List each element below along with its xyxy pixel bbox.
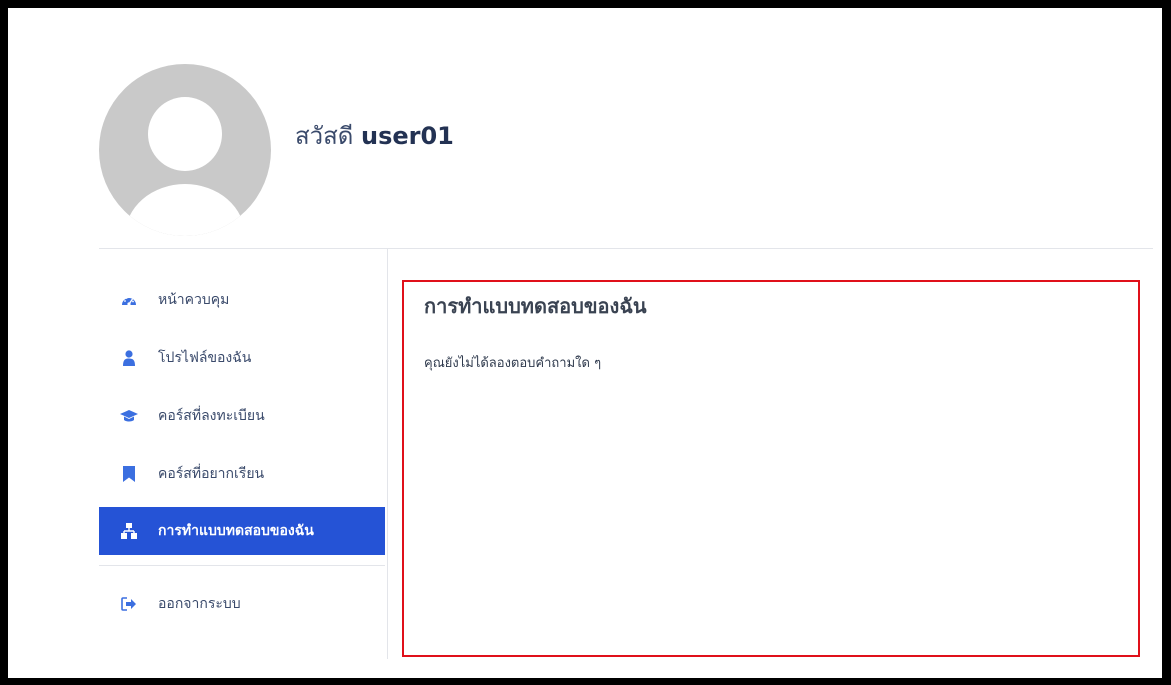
sidebar-item-enrolled-courses[interactable]: คอร์สที่ลงทะเบียน (99, 392, 385, 440)
sidebar-item-dashboard[interactable]: หน้าควบคุม (99, 276, 385, 324)
sidebar-item-my-quiz-attempts[interactable]: การทำแบบทดสอบของฉัน (99, 507, 385, 555)
page-title: การทำแบบทดสอบของฉัน (424, 294, 647, 318)
sidebar-divider (387, 249, 388, 659)
sidebar-item-label: ออกจากระบบ (158, 596, 241, 612)
sitemap-icon (119, 521, 139, 541)
sidebar-item-label: คอร์สที่ลงทะเบียน (158, 408, 265, 424)
username: user01 (361, 122, 454, 150)
greeting-text: สวัสดี user01 (295, 116, 454, 155)
sidebar-item-label: หน้าควบคุม (158, 292, 230, 308)
sidebar-item-label: คอร์สที่อยากเรียน (158, 466, 265, 482)
sidebar-item-wishlist[interactable]: คอร์สที่อยากเรียน (99, 450, 385, 498)
graduation-cap-icon (119, 406, 139, 426)
bookmark-icon (119, 464, 139, 484)
sidebar-item-profile[interactable]: โปรไฟล์ของฉัน (99, 334, 385, 382)
sidebar-item-logout[interactable]: ออกจากระบบ (99, 580, 385, 628)
sidebar-item-label: โปรไฟล์ของฉัน (158, 350, 252, 366)
dashboard-icon (119, 290, 139, 310)
user-icon (119, 348, 139, 368)
avatar (99, 64, 271, 236)
user-avatar-icon (125, 97, 245, 236)
sidebar-item-label: การทำแบบทดสอบของฉัน (158, 523, 314, 539)
quiz-attempts-panel: การทำแบบทดสอบของฉัน คุณยังไม่ได้ลองตอบคำ… (402, 280, 1140, 657)
empty-state-message: คุณยังไม่ได้ลองตอบคำถามใด ๆ (424, 356, 602, 371)
header-divider (99, 248, 1153, 249)
sign-out-icon (119, 594, 139, 614)
sidebar-separator (99, 565, 385, 566)
greeting-label: สวัสดี (295, 122, 354, 150)
